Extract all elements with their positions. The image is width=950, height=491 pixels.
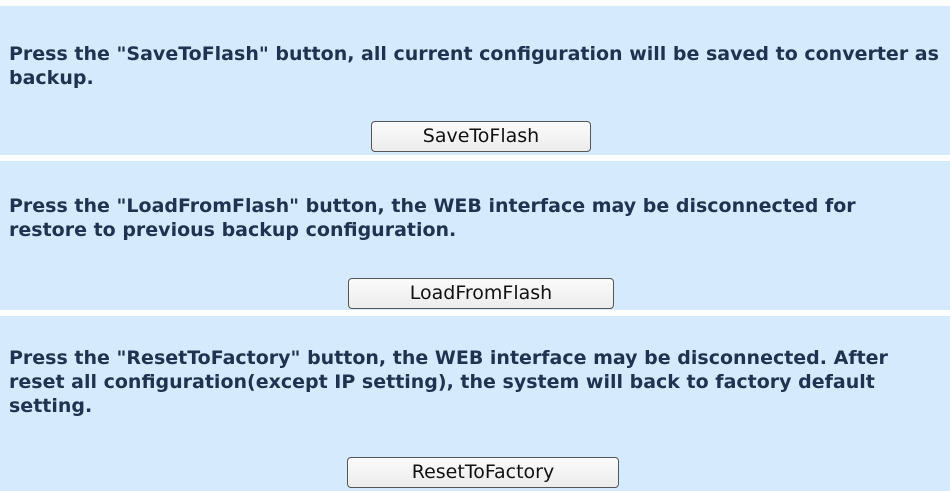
load-from-flash-description: Press the "LoadFromFlash" button, the WE… — [9, 195, 856, 241]
save-to-flash-button[interactable]: SaveToFlash — [371, 121, 591, 152]
load-from-flash-section: Press the "LoadFromFlash" button, the WE… — [0, 161, 950, 310]
load-from-flash-button[interactable]: LoadFromFlash — [348, 278, 614, 309]
save-to-flash-description: Press the "SaveToFlash" button, all curr… — [9, 43, 939, 89]
reset-to-factory-section: Press the "ResetToFactory" button, the W… — [0, 316, 950, 491]
reset-to-factory-button[interactable]: ResetToFactory — [347, 457, 619, 488]
reset-to-factory-description: Press the "ResetToFactory" button, the W… — [9, 347, 888, 417]
save-to-flash-section: Press the "SaveToFlash" button, all curr… — [0, 6, 950, 155]
